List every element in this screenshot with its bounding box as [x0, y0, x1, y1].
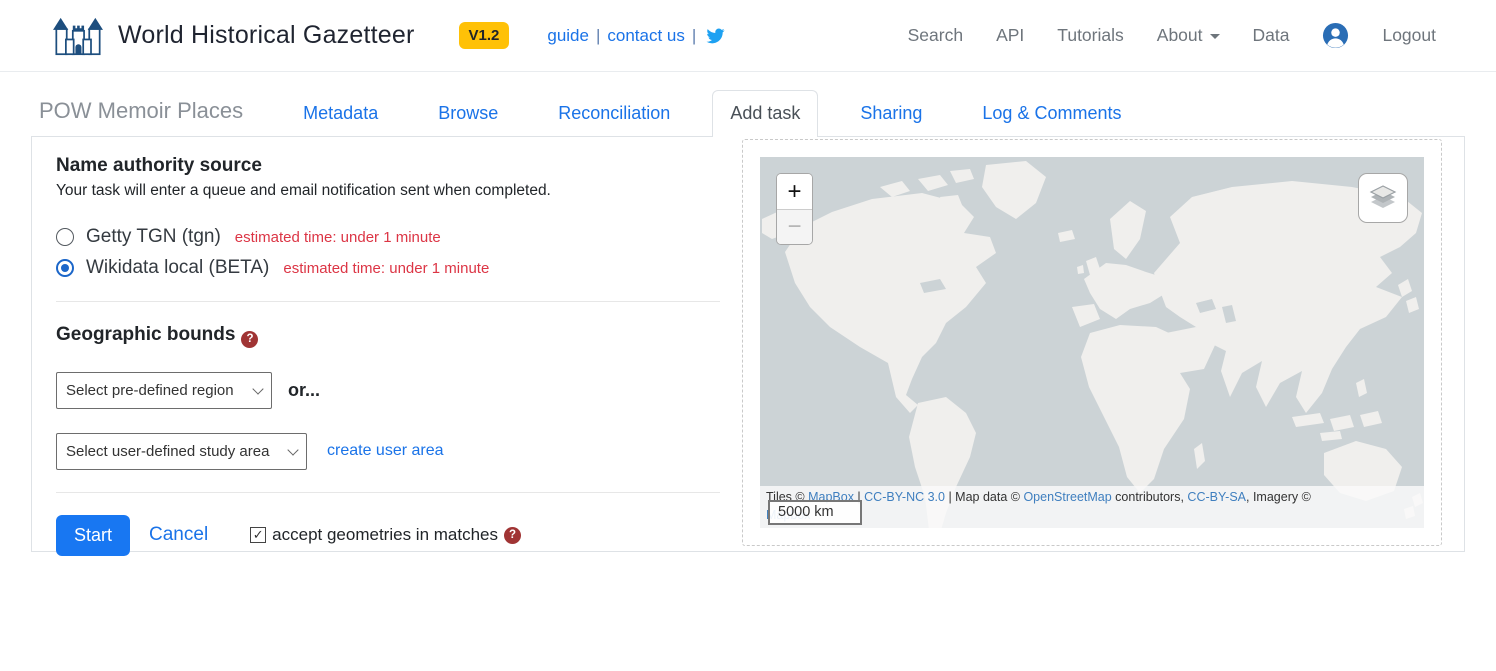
- tab-reconciliation[interactable]: Reconciliation: [540, 90, 688, 136]
- chevron-down-icon: [1210, 34, 1220, 39]
- site-title: World Historical Gazetteer: [118, 21, 415, 50]
- contact-us-link[interactable]: contact us: [607, 26, 685, 46]
- nav-data[interactable]: Data: [1253, 25, 1290, 46]
- zoom-in-button[interactable]: +: [777, 174, 812, 209]
- nav-logout[interactable]: Logout: [1382, 25, 1436, 46]
- layers-control-button[interactable]: [1358, 173, 1408, 223]
- getty-tgn-label: Getty TGN (tgn): [86, 226, 221, 248]
- header-quick-links: guide | contact us |: [547, 26, 726, 46]
- radio-row-getty: Getty TGN (tgn) estimated time: under 1 …: [56, 226, 720, 248]
- user-avatar-icon[interactable]: [1322, 22, 1349, 49]
- reconciliation-form: Name authority source Your task will ent…: [32, 137, 744, 556]
- map-zoom-control: + −: [776, 173, 813, 245]
- dataset-tabbar: POW Memoir Places Metadata Browse Reconc…: [31, 72, 1465, 137]
- cc-by-nc-link[interactable]: CC-BY-NC 3.0: [864, 490, 945, 504]
- wikidata-local-label: Wikidata local (BETA): [86, 257, 269, 279]
- app-header: World Historical Gazetteer V1.2 guide | …: [0, 0, 1496, 72]
- form-actions: Start Cancel ✓ accept geometries in matc…: [56, 515, 720, 556]
- divider: [56, 301, 720, 302]
- top-nav: Search API Tutorials About Data Logout: [908, 22, 1436, 49]
- link-divider: |: [596, 26, 600, 46]
- wikidata-local-radio[interactable]: [56, 259, 74, 277]
- version-badge: V1.2: [459, 22, 510, 49]
- accept-geometries-label: accept geometries in matches: [272, 525, 498, 545]
- getty-tgn-radio[interactable]: [56, 228, 74, 246]
- nav-api[interactable]: API: [996, 25, 1024, 46]
- guide-link[interactable]: guide: [547, 26, 589, 46]
- tab-metadata[interactable]: Metadata: [285, 90, 396, 136]
- openstreetmap-link[interactable]: OpenStreetMap: [1023, 490, 1111, 504]
- start-button[interactable]: Start: [56, 515, 130, 556]
- link-divider: |: [692, 26, 696, 46]
- dataset-title: POW Memoir Places: [31, 98, 273, 136]
- tab-add-task[interactable]: Add task: [712, 90, 818, 137]
- help-icon[interactable]: ?: [504, 527, 521, 544]
- world-map[interactable]: + − Tiles © MapBox | CC-BY-NC 3.0 | Map …: [760, 157, 1424, 528]
- map-panel: + − Tiles © MapBox | CC-BY-NC 3.0 | Map …: [742, 139, 1442, 546]
- getty-estimate: estimated time: under 1 minute: [235, 229, 441, 246]
- wikidata-estimate: estimated time: under 1 minute: [283, 260, 489, 277]
- or-label: or...: [288, 380, 320, 401]
- user-study-area-select[interactable]: Select user-defined study area: [56, 433, 307, 470]
- create-user-area-link[interactable]: create user area: [327, 442, 444, 460]
- nav-about-dropdown[interactable]: About: [1157, 25, 1220, 46]
- add-task-panel: Name authority source Your task will ent…: [31, 137, 1465, 552]
- section-title-name-authority: Name authority source: [56, 155, 720, 177]
- divider: [56, 492, 720, 493]
- tab-log-comments[interactable]: Log & Comments: [964, 90, 1139, 136]
- queue-note: Your task will enter a queue and email n…: [56, 182, 720, 200]
- map-scale-bar: 5000 km: [768, 500, 862, 525]
- zoom-out-button[interactable]: −: [777, 209, 812, 244]
- accept-geometries-row: ✓ accept geometries in matches ?: [250, 525, 521, 545]
- study-area-select-row: Select user-defined study area create us…: [56, 433, 720, 470]
- tab-browse[interactable]: Browse: [420, 90, 516, 136]
- nav-tutorials[interactable]: Tutorials: [1057, 25, 1123, 46]
- world-map-tiles: [760, 157, 1424, 528]
- cc-by-sa-link[interactable]: CC-BY-SA: [1187, 490, 1246, 504]
- castle-logo-icon: [52, 15, 104, 57]
- tab-sharing[interactable]: Sharing: [842, 90, 940, 136]
- accept-geometries-checkbox[interactable]: ✓: [250, 527, 266, 543]
- region-select-row: Select pre-defined region or...: [56, 372, 720, 409]
- cancel-link[interactable]: Cancel: [149, 524, 208, 546]
- section-title-geographic-bounds: Geographic bounds?: [56, 324, 720, 348]
- layers-icon: [1367, 182, 1399, 214]
- predefined-region-select[interactable]: Select pre-defined region: [56, 372, 272, 409]
- twitter-icon[interactable]: [705, 27, 726, 45]
- radio-row-wikidata: Wikidata local (BETA) estimated time: un…: [56, 257, 720, 279]
- help-icon[interactable]: ?: [241, 331, 258, 348]
- nav-search[interactable]: Search: [908, 25, 963, 46]
